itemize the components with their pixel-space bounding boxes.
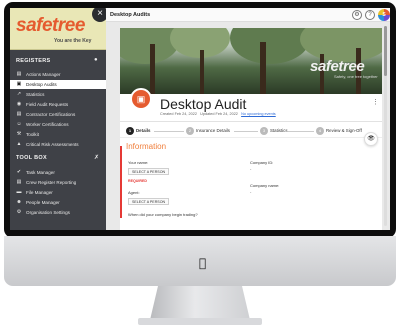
toolbox-item[interactable]: ☻ People Manager [10, 198, 106, 207]
hero-logo: safetree [310, 58, 365, 75]
folder-icon: ▬ [16, 189, 22, 195]
toolbox-item-label: Organisation Settings [26, 210, 70, 215]
registers-item-label: Desktop Audits [26, 82, 57, 87]
audit-updated: Updated Feb 24, 2022 [200, 112, 238, 116]
registers-item[interactable]: ▲ Critical Risk Assessments [10, 140, 106, 149]
company-name-label: Company name: [250, 183, 280, 188]
scrollbar-thumb[interactable] [384, 26, 387, 76]
registers-item-label: Statistics [26, 92, 45, 97]
report-icon: ▤ [16, 179, 22, 185]
step-connector [288, 131, 314, 132]
people-icon: ☻ [16, 199, 22, 205]
toolbox-item-label: People Manager [26, 200, 60, 205]
registers-item[interactable]: ↗ Statistics [10, 90, 106, 99]
agent-label: Agent: [128, 190, 140, 195]
imac-mockup:  safetree You are the Key × REGISTERS ●… [0, 0, 398, 325]
upcoming-events-link[interactable]: No upcoming events [241, 112, 276, 116]
section-heading: Information [126, 142, 167, 151]
step-number: 1 [126, 127, 134, 135]
step-4[interactable]: 4 Review & Sign-Off [316, 127, 362, 135]
select-person-button[interactable]: SELECT A PERSON [128, 168, 170, 175]
select-agent-button[interactable]: SELECT A PERSON [128, 198, 170, 205]
toolbox-item[interactable]: ▤ Crew Register Reporting [10, 178, 106, 187]
step-label: Review & Sign-Off [326, 128, 362, 133]
step-2[interactable]: 2 Insurance Details [186, 127, 230, 135]
apple-logo-icon:  [199, 256, 206, 270]
toolbox-item[interactable]: ▬ File Manager [10, 188, 106, 197]
audit-card: safetree Safety, one tree together ▣ Des… [120, 28, 382, 230]
preview-eye-icon[interactable]: 👁 [364, 132, 378, 146]
registers-item-label: Actions Manager [26, 72, 61, 77]
your-name-label: Your name: [128, 160, 149, 165]
required-text: REQUIRED [128, 179, 147, 183]
step-label: Insurance Details [196, 128, 230, 133]
required-indicator [120, 146, 122, 218]
company-id-value: - [250, 166, 252, 171]
toolkit-icon: ⚒ [16, 131, 22, 137]
toolbox-item-label: File Manager [26, 190, 53, 195]
hero-banner: safetree Safety, one tree together [120, 28, 382, 94]
registers-item[interactable]: ▣ Desktop Audits [10, 80, 106, 89]
brand-logo: safetree [16, 15, 85, 36]
registers-item-label: Contractor Certifications [26, 112, 76, 117]
step-number: 4 [316, 127, 324, 135]
hero-slogan: Safety, one tree together [334, 74, 378, 79]
page-title: Desktop Audits [110, 12, 151, 18]
audit-clipboard-icon: ▣ [130, 88, 152, 110]
desktop-icon: ▣ [16, 81, 22, 87]
worker-icon: ☺ [16, 121, 22, 127]
toolbox-heading: TOOL BOX [16, 155, 47, 161]
check-icon: ✔ [16, 169, 22, 175]
main-content: safetree Safety, one tree together ▣ Des… [106, 22, 390, 230]
step-label: Statistics [270, 128, 288, 133]
step-progress: 1 Details 2 Insurance Details 3 Statistics 4 Re… [120, 124, 382, 138]
step-connector [234, 131, 258, 132]
settings-icon: ⚙ [16, 209, 22, 215]
monitor-stand [150, 286, 250, 320]
registers-item[interactable]: ▤ Contractor Certifications [10, 110, 106, 119]
step-number: 2 [186, 127, 194, 135]
registers-item-label: Field Audit Requests [26, 102, 69, 107]
registers-item-label: Worker Certifications [26, 122, 69, 127]
company-id-label: Company ID: [250, 160, 274, 165]
step-label: Details [136, 128, 151, 133]
step-3[interactable]: 3 Statistics [260, 127, 288, 135]
step-1[interactable]: 1 Details [126, 127, 150, 135]
registers-item-label: Critical Risk Assessments [26, 142, 79, 147]
sidebar: safetree You are the Key × REGISTERS ● ▤… [10, 8, 108, 230]
step-number: 3 [260, 127, 268, 135]
camera-icon: ◉ [16, 101, 22, 107]
warning-icon: ▲ [16, 141, 22, 147]
toolbox-item[interactable]: ⚙ Organisation Settings [10, 208, 106, 217]
audit-meta: Created Feb 24, 2022 Updated Feb 24, 202… [160, 112, 276, 116]
monitor-foot [138, 318, 262, 325]
registers-item[interactable]: ☺ Worker Certifications [10, 120, 106, 129]
trading-label: When did your company begin trading? [128, 212, 198, 217]
registers-heading: REGISTERS [16, 58, 51, 64]
settings-gear-icon[interactable]: ⚙ [352, 10, 362, 20]
registers-item[interactable]: ⚒ Toolkit [10, 130, 106, 139]
clipboard-icon: ▤ [16, 71, 22, 77]
toolbox-item-label: Task Manager [26, 170, 55, 175]
chart-icon: ↗ [16, 91, 22, 97]
toolbox-item-label: Crew Register Reporting [26, 180, 77, 185]
audit-title: Desktop Audit [160, 96, 247, 112]
registers-toggle-icon[interactable]: ● [94, 57, 98, 63]
registers-item[interactable]: ▤ Actions Manager [10, 70, 106, 79]
step-connector [154, 131, 184, 132]
audit-header: ▣ Desktop Audit Created Feb 24, 2022 Upd… [120, 88, 382, 122]
toolbox-toggle-icon[interactable]: ✗ [94, 154, 99, 161]
app-screen: safetree You are the Key × REGISTERS ● ▤… [10, 8, 390, 230]
more-options-icon[interactable]: ⋮ [372, 98, 379, 106]
toolbox-item[interactable]: ✔ Task Manager [10, 168, 106, 177]
audit-created: Created Feb 24, 2022 [160, 112, 197, 116]
help-icon[interactable]: ? [365, 10, 375, 20]
brand-tagline: You are the Key [54, 38, 92, 44]
user-avatar[interactable]: S [378, 9, 390, 21]
registers-item-label: Toolkit [26, 132, 40, 137]
registers-item[interactable]: ◉ Field Audit Requests [10, 100, 106, 109]
company-name-value: - [250, 189, 252, 194]
top-bar: Desktop Audits ⚙ ? S [106, 8, 390, 22]
certificate-icon: ▤ [16, 111, 22, 117]
